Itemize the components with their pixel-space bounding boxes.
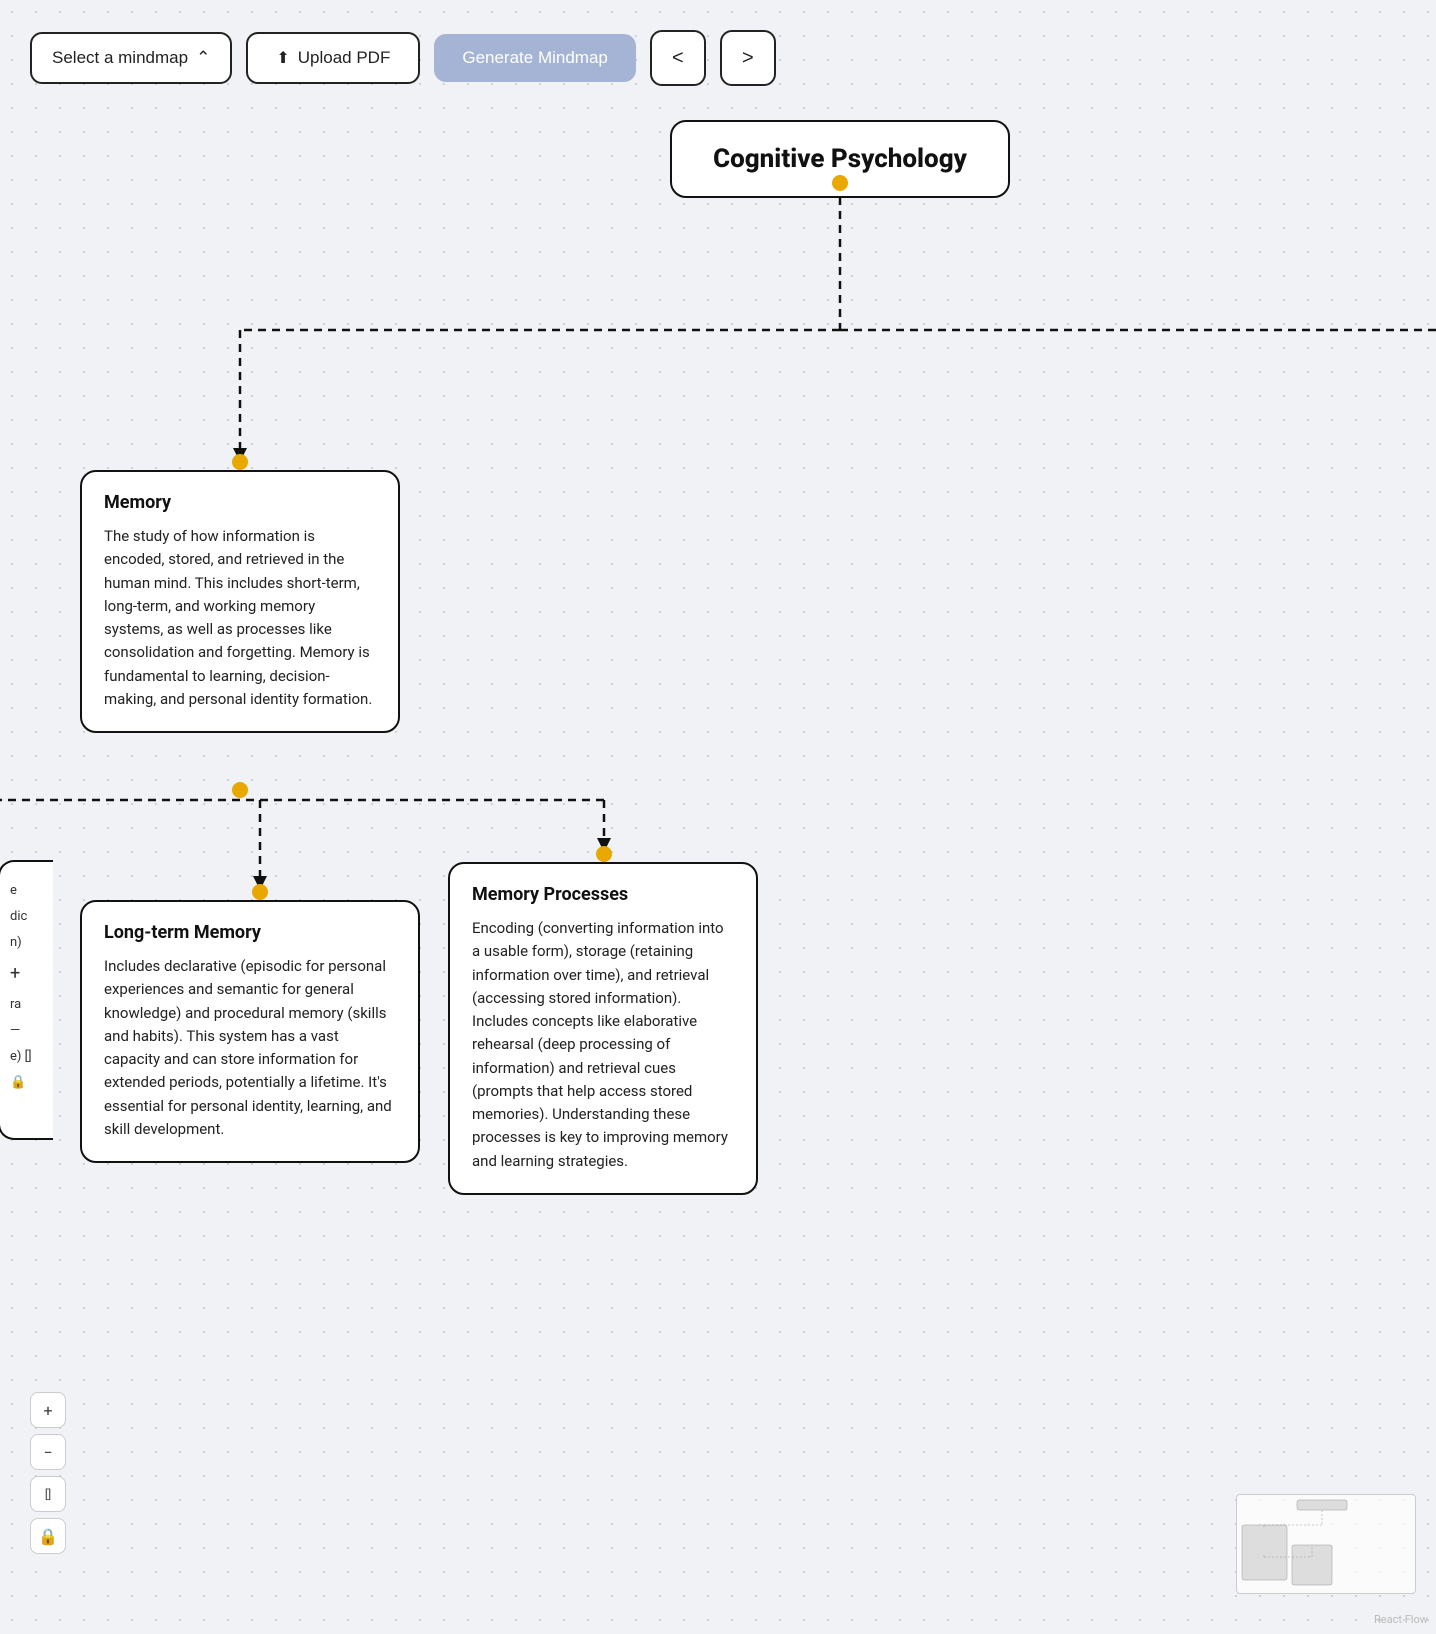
upload-label: Upload PDF (298, 48, 391, 68)
chevron-right-icon: > (742, 47, 754, 70)
root-bottom-dot (832, 175, 848, 191)
processes-top-dot (596, 846, 612, 862)
react-flow-label: React Flow (1374, 1613, 1428, 1626)
nav-prev-button[interactable]: < (650, 30, 706, 86)
generate-mindmap-button[interactable]: Generate Mindmap (434, 34, 636, 82)
memory-top-dot (232, 454, 248, 470)
processes-node-title: Memory Processes (472, 884, 734, 905)
tool-lock-button[interactable]: 🔒 (30, 1518, 66, 1554)
tool-minus-button[interactable]: − (30, 1434, 66, 1470)
memory-node-body: The study of how information is encoded,… (104, 525, 376, 711)
select-mindmap-label: Select a mindmap (52, 48, 188, 68)
memory-node-title: Memory (104, 492, 376, 513)
toolbar: Select a mindmap ⌃ ⬆ Upload PDF Generate… (30, 30, 776, 86)
memory-node[interactable]: Memory The study of how information is e… (80, 470, 400, 733)
bottom-toolbar: + − [] 🔒 (30, 1392, 66, 1554)
chevron-down-icon: ⌃ (196, 48, 210, 68)
memory-bottom-dot (232, 782, 248, 798)
processes-node-body: Encoding (converting information into a … (472, 917, 734, 1173)
tool-plus-button[interactable]: + (30, 1392, 66, 1428)
partial-left-node: e dic n) + ra — e) [] 🔒 (0, 860, 53, 1140)
generate-label: Generate Mindmap (462, 48, 608, 67)
nav-next-button[interactable]: > (720, 30, 776, 86)
upload-icon: ⬆ (276, 48, 289, 68)
longterm-node-body: Includes declarative (episodic for perso… (104, 955, 396, 1141)
tool-fit-button[interactable]: [] (30, 1476, 66, 1512)
longterm-top-dot (252, 884, 268, 900)
root-node-title: Cognitive Psychology (700, 144, 980, 174)
chevron-left-icon: < (672, 47, 684, 70)
longterm-node[interactable]: Long-term Memory Includes declarative (e… (80, 900, 420, 1163)
upload-pdf-button[interactable]: ⬆ Upload PDF (246, 32, 420, 84)
select-mindmap-button[interactable]: Select a mindmap ⌃ (30, 32, 232, 84)
processes-node[interactable]: Memory Processes Encoding (converting in… (448, 862, 758, 1195)
longterm-node-title: Long-term Memory (104, 922, 396, 943)
minimap (1236, 1494, 1416, 1594)
canvas-background (0, 0, 1436, 1634)
